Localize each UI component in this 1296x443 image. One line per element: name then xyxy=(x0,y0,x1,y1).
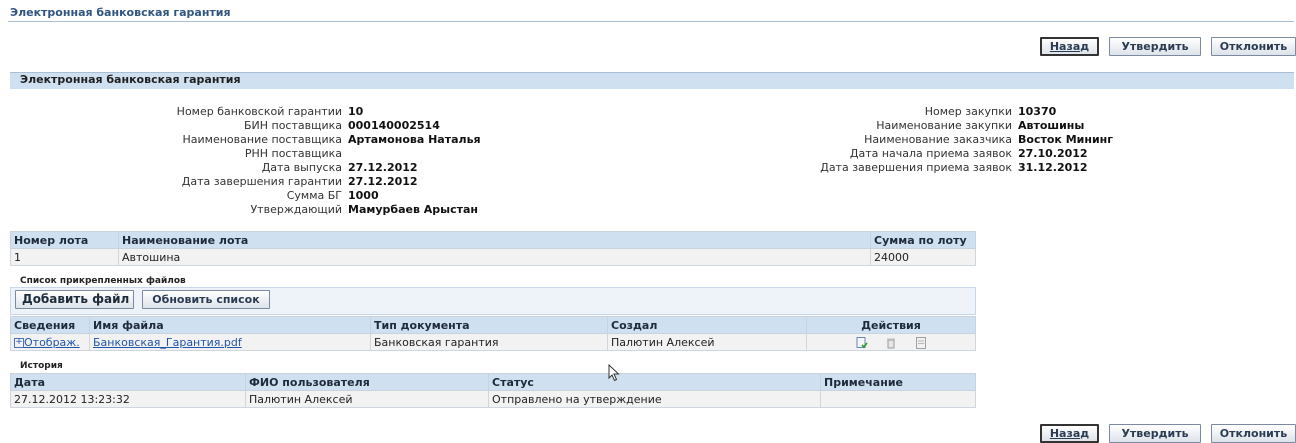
detail-value: 27.12.2012 xyxy=(348,161,418,174)
title-divider xyxy=(8,21,1294,22)
detail-value: Артамонова Наталья xyxy=(348,133,481,146)
detail-supplier-name: Наименование поставщика Артамонова Наталь… xyxy=(150,133,481,146)
detail-value: 1000 xyxy=(348,189,379,202)
detail-purchase-number: Номер закупки 10370 xyxy=(772,105,1057,118)
detail-value: 10 xyxy=(348,105,364,118)
detail-label: Номер банковской гарантии xyxy=(176,105,342,118)
detail-value: Автошины xyxy=(1018,119,1085,132)
approve-button-bottom[interactable]: Утвердить xyxy=(1109,424,1201,443)
table-row: 27.12.2012 13:23:32 Палютин Алексей Отпр… xyxy=(10,390,976,408)
detail-value: 31.12.2012 xyxy=(1018,161,1088,174)
col-doc-type: Тип документа xyxy=(370,316,608,334)
detail-label: Дата начала приема заявок xyxy=(849,147,1012,160)
details-cell: +Отображ. xyxy=(10,333,90,351)
actions-cell xyxy=(806,333,976,351)
refresh-list-button[interactable]: Обновить список xyxy=(142,290,270,309)
detail-label: Дата завершения гарантии xyxy=(181,175,342,188)
detail-approver: Утверждающий Мамурбаев Арыстан xyxy=(150,203,478,216)
detail-value: Восток Мининг xyxy=(1018,133,1113,146)
col-user: ФИО пользователя xyxy=(245,373,489,391)
history-table: Дата ФИО пользователя Статус Примечание … xyxy=(10,373,976,408)
files-section-title: Список прикрепленных файлов xyxy=(20,276,186,286)
detail-value: Мамурбаев Арыстан xyxy=(348,203,479,216)
lot-amount-cell: 24000 xyxy=(870,248,976,266)
table-row: +Отображ. Банковская_Гарантия.pdf Банков… xyxy=(10,333,976,351)
detail-guarantee-end-date: Дата завершения гарантии 27.12.2012 xyxy=(150,175,418,188)
status-cell: Отправлено на утверждение xyxy=(488,390,821,408)
detail-supplier-rnn: РНН поставщика xyxy=(150,147,348,160)
col-lot-amount: Сумма по лоту xyxy=(870,231,976,249)
detail-label: РНН поставщика xyxy=(244,147,342,160)
history-section-title: История xyxy=(20,361,63,371)
col-note: Примечание xyxy=(820,373,976,391)
approve-button[interactable]: Утвердить xyxy=(1109,37,1201,56)
file-name-cell: Банковская_Гарантия.pdf xyxy=(89,333,371,351)
lots-header-row: Номер лота Наименование лота Сумма по ло… xyxy=(10,231,976,249)
user-cell: Палютин Алексей xyxy=(245,390,489,408)
history-header-row: Дата ФИО пользователя Статус Примечание xyxy=(10,373,976,391)
detail-label: БИН поставщика xyxy=(243,119,342,132)
lots-table: Номер лота Наименование лота Сумма по ло… xyxy=(10,231,976,266)
lot-number-cell: 1 xyxy=(10,248,119,266)
col-file-name: Имя файла xyxy=(89,316,371,334)
detail-application-end: Дата завершения приема заявок 31.12.2012 xyxy=(772,161,1088,174)
detail-issue-date: Дата выпуска 27.12.2012 xyxy=(150,161,418,174)
file-link[interactable]: Банковская_Гарантия.pdf xyxy=(93,336,242,349)
detail-label: Наименование заказчика xyxy=(864,133,1012,146)
view-file-icon[interactable] xyxy=(915,336,927,349)
detail-label: Номер закупки xyxy=(924,105,1012,118)
detail-label: Наименование поставщика xyxy=(182,133,342,146)
files-table: Сведения Имя файла Тип документа Создал … xyxy=(10,316,976,351)
detail-supplier-bin: БИН поставщика 000140002514 xyxy=(150,119,440,132)
detail-guarantee-amount: Сумма БГ 1000 xyxy=(150,189,379,202)
detail-label: Утверждающий xyxy=(250,203,342,216)
detail-value: 000140002514 xyxy=(348,119,440,132)
detail-purchase-name: Наименование закупки Автошины xyxy=(772,119,1084,132)
detail-application-start: Дата начала приема заявок 27.10.2012 xyxy=(772,147,1088,160)
table-row: 1 Автошина 24000 xyxy=(10,248,976,266)
page-title: Электронная банковская гарантия xyxy=(10,6,231,19)
detail-label: Сумма БГ xyxy=(286,189,342,202)
show-details-link[interactable]: Отображ. xyxy=(24,336,80,349)
detail-value: 10370 xyxy=(1018,105,1057,118)
lot-name-cell: Автошина xyxy=(118,248,871,266)
mouse-cursor-icon xyxy=(608,363,620,385)
col-details: Сведения xyxy=(10,316,90,334)
detail-label: Дата завершения приема заявок xyxy=(820,161,1012,174)
section-title: Электронная банковская гарантия xyxy=(20,73,241,86)
reject-button-bottom[interactable]: Отклонить xyxy=(1211,424,1296,443)
col-author: Создал xyxy=(607,316,807,334)
add-file-button[interactable]: Добавить файл xyxy=(15,290,134,309)
update-file-icon[interactable] xyxy=(856,336,868,349)
doc-type-cell: Банковская гарантия xyxy=(370,333,608,351)
trash-icon[interactable] xyxy=(885,337,897,349)
author-cell: Палютин Алексей xyxy=(607,333,807,351)
detail-customer-name: Наименование заказчика Восток Мининг xyxy=(772,133,1113,146)
reject-button[interactable]: Отклонить xyxy=(1211,37,1296,56)
col-lot-name: Наименование лота xyxy=(118,231,871,249)
col-date: Дата xyxy=(10,373,246,391)
detail-label: Дата выпуска xyxy=(261,161,342,174)
expand-icon[interactable]: + xyxy=(14,337,24,348)
note-cell xyxy=(820,390,976,408)
detail-guarantee-number: Номер банковской гарантии 10 xyxy=(150,105,364,118)
col-lot-number: Номер лота xyxy=(10,231,119,249)
files-header-row: Сведения Имя файла Тип документа Создал … xyxy=(10,316,976,334)
col-status: Статус xyxy=(488,373,821,391)
detail-value: 27.10.2012 xyxy=(1018,147,1088,160)
detail-value: 27.12.2012 xyxy=(348,175,418,188)
back-button-bottom[interactable]: Назад xyxy=(1040,424,1099,443)
back-button[interactable]: Назад xyxy=(1040,37,1099,56)
date-cell: 27.12.2012 13:23:32 xyxy=(10,390,246,408)
col-actions: Действия xyxy=(806,316,976,334)
detail-label: Наименование закупки xyxy=(876,119,1012,132)
back-button-label: Назад xyxy=(1049,40,1090,53)
back-button-label: Назад xyxy=(1049,427,1090,440)
